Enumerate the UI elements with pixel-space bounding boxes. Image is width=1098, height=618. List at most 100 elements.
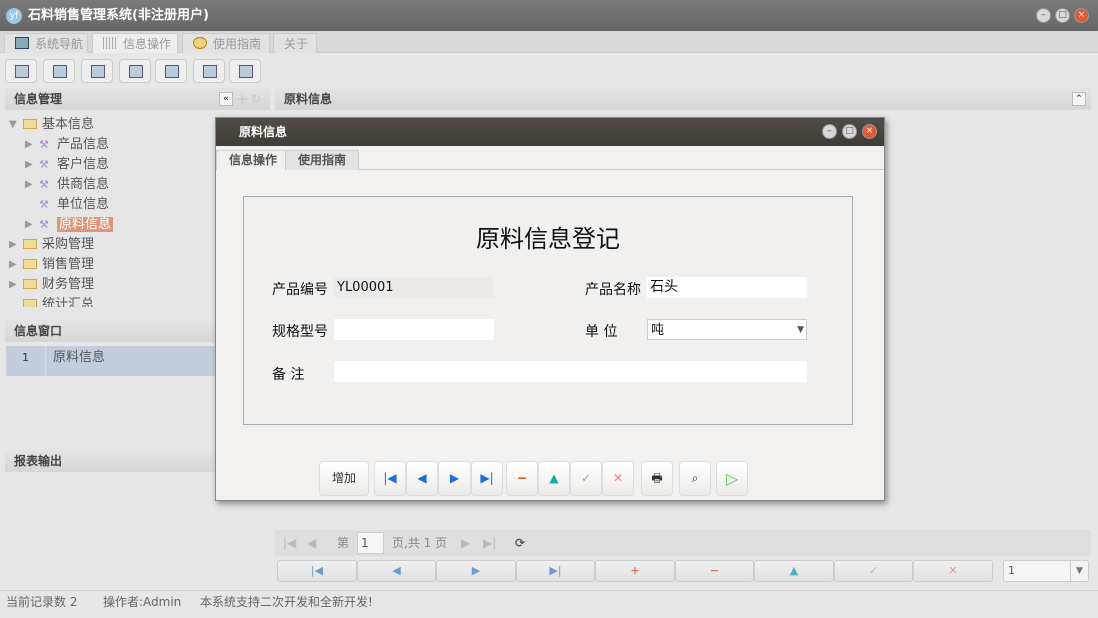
next-button[interactable]: ▶ bbox=[438, 461, 471, 496]
dialog-minimize-button[interactable]: – bbox=[822, 124, 837, 139]
panel-title: 信息窗口 bbox=[14, 324, 63, 338]
maximize-button[interactable]: □ bbox=[1055, 8, 1070, 23]
folder-icon bbox=[23, 279, 37, 289]
last-button[interactable]: ▶| bbox=[471, 461, 503, 496]
note-field[interactable] bbox=[334, 361, 807, 382]
run-button[interactable]: ▷ bbox=[716, 461, 748, 496]
page-size-select[interactable]: 1 ▼ bbox=[1003, 560, 1089, 582]
confirm-button[interactable]: ✓ bbox=[834, 560, 913, 582]
wand-icon: ⚒ bbox=[39, 158, 49, 171]
tree-label: 客户信息 bbox=[57, 157, 110, 172]
material-dialog: 原料信息 – □ × 信息操作 使用指南 原料信息登记 产品编号 YL00001… bbox=[215, 117, 885, 501]
printer-icon: 🖶 bbox=[651, 471, 663, 485]
toolbar bbox=[0, 55, 1098, 87]
main-tabs: 系统导航 信息操作 使用指南 关于 bbox=[0, 31, 1098, 53]
tree-label: 采购管理 bbox=[42, 237, 95, 252]
tab-label: 使用指南 bbox=[213, 37, 262, 51]
form-title: 原料信息登记 bbox=[476, 225, 620, 253]
tree-label: 统计汇总 bbox=[42, 297, 95, 307]
tree-label: 产品信息 bbox=[57, 137, 110, 152]
delete-record-button[interactable]: − bbox=[675, 560, 754, 582]
first-record-button[interactable]: |◀ bbox=[277, 560, 357, 582]
unit-value: 吨 bbox=[651, 323, 665, 338]
export-icon bbox=[203, 65, 217, 78]
tree-node-sales[interactable]: ▶ 销售管理 bbox=[9, 255, 95, 275]
refresh-icon[interactable]: ⟳ bbox=[515, 530, 525, 556]
tab-info-ops[interactable]: 信息操作 bbox=[92, 33, 178, 53]
add-record-button[interactable]: + bbox=[595, 560, 675, 582]
search-button[interactable] bbox=[5, 59, 37, 83]
window-button[interactable] bbox=[229, 59, 261, 83]
tree-node-customer[interactable]: ▶ ⚒ 客户信息 bbox=[25, 155, 110, 175]
form-box: 原料信息登记 产品编号 YL00001 产品名称 石头 规格型号 单 位 吨 ▼ … bbox=[243, 196, 853, 425]
document-button[interactable] bbox=[81, 59, 113, 83]
confirm-button[interactable]: ✓ bbox=[570, 461, 602, 496]
prev-button[interactable]: ◀ bbox=[406, 461, 438, 496]
prev-page-icon[interactable]: ◀ bbox=[307, 530, 316, 556]
close-button[interactable]: × bbox=[1074, 8, 1089, 23]
tree-node-supplier[interactable]: ▶ ⚒ 供商信息 bbox=[25, 175, 109, 195]
next-record-button[interactable]: ▶ bbox=[436, 560, 516, 582]
code-field[interactable]: YL00001 bbox=[334, 277, 494, 298]
tree-node-purchase[interactable]: ▶ 采购管理 bbox=[9, 235, 95, 255]
cancel-button[interactable]: ✕ bbox=[913, 560, 993, 582]
export-button[interactable] bbox=[193, 59, 225, 83]
tree-label: 销售管理 bbox=[42, 257, 95, 272]
tree-node-unit[interactable]: ⚒ 单位信息 bbox=[39, 195, 109, 215]
wand-icon: ⚒ bbox=[39, 178, 49, 191]
next-page-icon[interactable]: ▶ bbox=[461, 530, 470, 556]
list-button[interactable] bbox=[43, 59, 75, 83]
cancel-button[interactable]: ✕ bbox=[602, 461, 634, 496]
dialog-maximize-button[interactable]: □ bbox=[842, 124, 857, 139]
preview-button[interactable]: ⌕ bbox=[679, 461, 711, 496]
pager-prefix: 第 bbox=[337, 536, 350, 550]
spec-field[interactable] bbox=[334, 319, 494, 340]
unit-select[interactable]: 吨 ▼ bbox=[647, 319, 807, 340]
pager-suffix: 页,共 1 页 bbox=[392, 536, 448, 550]
refresh-icon[interactable]: ↻ bbox=[251, 88, 261, 110]
add-icon[interactable]: + bbox=[236, 88, 249, 110]
user-button[interactable] bbox=[119, 59, 151, 83]
dialog-tab-guide[interactable]: 使用指南 bbox=[285, 150, 360, 170]
title-bar: 石料销售管理系统(非注册用户) bbox=[0, 0, 1098, 31]
tree-node-product[interactable]: ▶ ⚒ 产品信息 bbox=[25, 135, 110, 155]
last-page-icon[interactable]: ▶| bbox=[483, 530, 496, 556]
chevron-down-icon[interactable]: ▼ bbox=[797, 320, 804, 341]
expand-icon[interactable]: ⌃ bbox=[1072, 92, 1086, 106]
record-count: 当前记录数 2 bbox=[6, 595, 78, 609]
add-button[interactable]: 增加 bbox=[319, 461, 369, 496]
first-button[interactable]: |◀ bbox=[374, 461, 406, 496]
tree-node-material[interactable]: ▶ ⚒ 原料信息 bbox=[25, 215, 114, 235]
page-size-value: 1 bbox=[1008, 564, 1015, 577]
first-page-icon[interactable]: |◀ bbox=[283, 530, 296, 556]
tree-label-selected: 原料信息 bbox=[57, 217, 114, 232]
chevron-down-icon[interactable]: ▼ bbox=[1070, 561, 1088, 581]
collapse-icon[interactable]: « bbox=[219, 92, 233, 106]
print-button[interactable]: 🖶 bbox=[641, 461, 673, 496]
tab-guide[interactable]: 使用指南 bbox=[182, 33, 270, 53]
last-record-button[interactable]: ▶| bbox=[516, 560, 595, 582]
row-index: 1 bbox=[22, 351, 29, 364]
window-title: 石料销售管理系统(非注册用户) bbox=[28, 8, 209, 23]
screen-button[interactable] bbox=[155, 59, 187, 83]
minimize-button[interactable]: – bbox=[1036, 8, 1051, 23]
tree-node-basic[interactable]: ▼ 基本信息 bbox=[9, 115, 94, 135]
tab-label: 信息操作 bbox=[123, 37, 172, 51]
tree-label: 单位信息 bbox=[57, 197, 110, 212]
up-button[interactable]: ▲ bbox=[538, 461, 570, 496]
name-field[interactable]: 石头 bbox=[647, 277, 807, 298]
dialog-close-button[interactable]: × bbox=[862, 124, 877, 139]
tree-node-stats[interactable]: ▶统计汇总 bbox=[23, 295, 94, 307]
tree-node-finance[interactable]: ▶ 财务管理 bbox=[9, 275, 94, 295]
operator: 操作者:Admin bbox=[103, 595, 182, 609]
delete-button[interactable]: − bbox=[506, 461, 538, 496]
monitor-icon bbox=[15, 37, 29, 49]
folder-icon bbox=[23, 299, 37, 307]
tab-about[interactable]: 关于 bbox=[273, 33, 317, 53]
up-record-button[interactable]: ▲ bbox=[754, 560, 834, 582]
page-input[interactable]: 1 bbox=[357, 532, 384, 554]
prev-record-button[interactable]: ◀ bbox=[357, 560, 436, 582]
record-buttons: |◀ ◀ ▶ ▶| + − ▲ ✓ ✕ 1 ▼ bbox=[277, 560, 1089, 582]
dialog-tab-ops[interactable]: 信息操作 bbox=[216, 150, 291, 170]
tab-system-nav[interactable]: 系统导航 bbox=[4, 33, 88, 53]
